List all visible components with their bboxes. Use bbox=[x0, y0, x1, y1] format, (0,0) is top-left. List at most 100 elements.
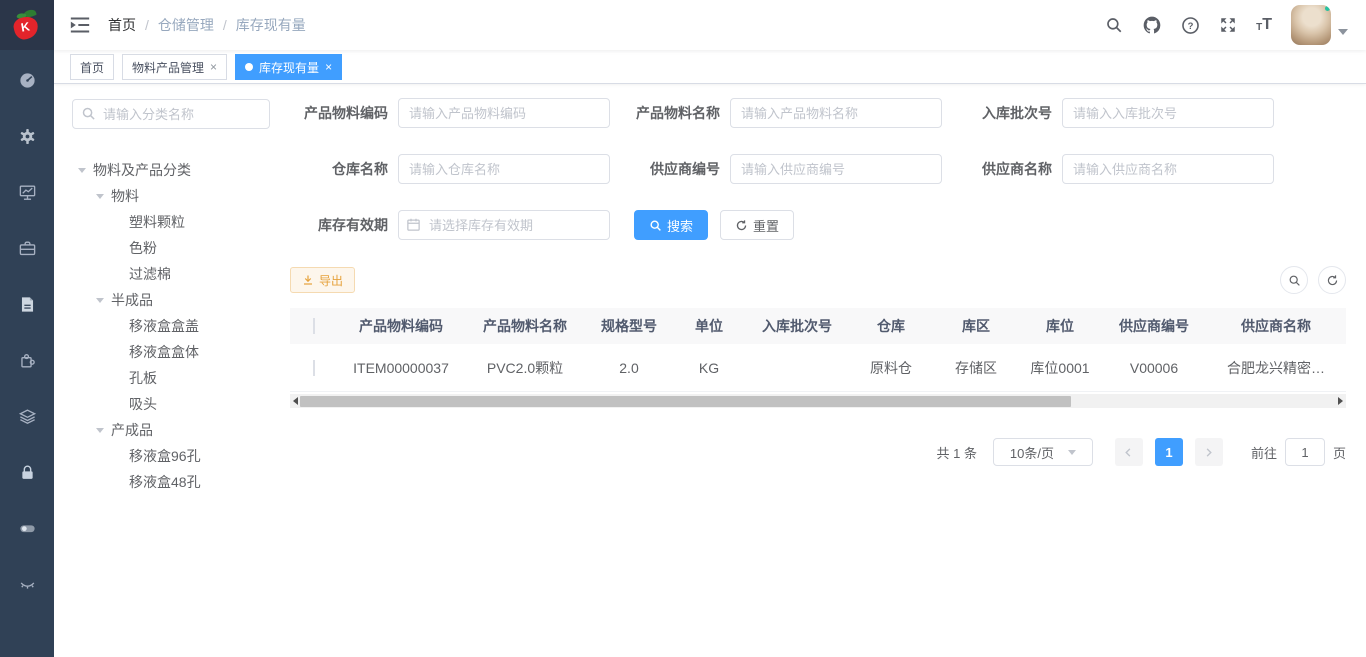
sidebar: K bbox=[0, 0, 54, 657]
cell-item-name: PVC2.0颗粒 bbox=[464, 358, 586, 378]
sidebar-item-document[interactable] bbox=[0, 276, 54, 332]
sidebar-item-toggle[interactable] bbox=[0, 500, 54, 556]
tree-node-label: 物料 bbox=[111, 186, 139, 206]
fullscreen-button[interactable] bbox=[1219, 16, 1237, 34]
app-logo[interactable]: K bbox=[0, 0, 54, 50]
batch-no-input[interactable] bbox=[1062, 98, 1274, 128]
tree-node[interactable]: 色粉 bbox=[72, 235, 274, 261]
eye-closed-icon bbox=[18, 575, 37, 594]
sidebar-item-briefcase[interactable] bbox=[0, 220, 54, 276]
refresh-table-button[interactable] bbox=[1318, 266, 1346, 294]
goto-page-input[interactable] bbox=[1285, 438, 1325, 466]
font-size-icon: T bbox=[1262, 17, 1272, 33]
horizontal-scrollbar[interactable] bbox=[290, 394, 1346, 408]
sidebar-toggle-button[interactable] bbox=[70, 16, 90, 34]
category-search-input[interactable] bbox=[72, 99, 270, 129]
column-header: 产品物料名称 bbox=[464, 316, 586, 336]
scroll-right-arrow-icon[interactable] bbox=[1338, 397, 1343, 405]
avatar[interactable] bbox=[1291, 5, 1331, 45]
search-icon bbox=[649, 219, 662, 232]
warehouse-name-input[interactable] bbox=[398, 154, 610, 184]
tree-node-root[interactable]: 物料及产品分类 bbox=[72, 157, 274, 183]
toggle-search-button[interactable] bbox=[1280, 266, 1308, 294]
tree-node[interactable]: 过滤棉 bbox=[72, 261, 274, 287]
search-button[interactable]: 搜索 bbox=[634, 210, 708, 240]
export-button[interactable]: 导出 bbox=[290, 267, 355, 293]
breadcrumb-current: 库存现有量 bbox=[236, 15, 306, 35]
supplier-code-input[interactable] bbox=[730, 154, 942, 184]
active-dot-icon bbox=[245, 63, 253, 71]
search-icon bbox=[1105, 16, 1123, 34]
tree-node[interactable]: 移液盒48孔 bbox=[72, 469, 274, 495]
chevron-down-icon bbox=[1338, 29, 1348, 35]
breadcrumb-home[interactable]: 首页 bbox=[108, 15, 136, 35]
sidebar-item-monitor[interactable] bbox=[0, 164, 54, 220]
item-code-input[interactable] bbox=[398, 98, 610, 128]
toggle-icon bbox=[18, 519, 37, 538]
scroll-left-arrow-icon[interactable] bbox=[293, 397, 298, 405]
caret-down-icon[interactable] bbox=[78, 168, 86, 173]
column-header: 库位 bbox=[1018, 316, 1102, 336]
document-icon bbox=[18, 295, 37, 314]
sidebar-item-settings[interactable] bbox=[0, 108, 54, 164]
pagination: 共 1 条 10条/页 1 前往 页 bbox=[290, 438, 1346, 466]
cell-spec: 2.0 bbox=[586, 360, 672, 376]
row-checkbox[interactable] bbox=[313, 360, 315, 376]
breadcrumb-warehouse: 仓储管理 bbox=[158, 15, 214, 35]
close-icon[interactable]: × bbox=[325, 60, 332, 74]
expiry-date-input[interactable] bbox=[398, 210, 610, 240]
layers-icon bbox=[18, 407, 37, 426]
prev-page-button[interactable] bbox=[1115, 438, 1143, 466]
column-header: 入库批次号 bbox=[746, 316, 848, 336]
tree-node[interactable]: 移液盒盒体 bbox=[72, 339, 274, 365]
sidebar-item-layers[interactable] bbox=[0, 388, 54, 444]
question-circle-icon: ? bbox=[1181, 16, 1200, 35]
user-menu[interactable] bbox=[1291, 5, 1348, 45]
reset-button[interactable]: 重置 bbox=[720, 210, 794, 240]
caret-down-icon[interactable] bbox=[96, 194, 104, 199]
next-page-button[interactable] bbox=[1195, 438, 1223, 466]
tree-node[interactable]: 吸头 bbox=[72, 391, 274, 417]
font-size-button[interactable]: TT bbox=[1256, 17, 1272, 33]
tree-node[interactable]: 移液盒盒盖 bbox=[72, 313, 274, 339]
search-icon bbox=[1288, 274, 1301, 287]
tree-node-semifinished[interactable]: 半成品 bbox=[72, 287, 274, 313]
sidebar-item-lock[interactable] bbox=[0, 444, 54, 500]
tree-node[interactable]: 移液盒96孔 bbox=[72, 443, 274, 469]
supplier-name-input[interactable] bbox=[1062, 154, 1274, 184]
github-link[interactable] bbox=[1142, 15, 1162, 35]
tab-stock-on-hand[interactable]: 库存现有量 × bbox=[235, 54, 342, 80]
tree-node-label: 色粉 bbox=[129, 238, 157, 258]
caret-down-icon[interactable] bbox=[96, 428, 104, 433]
sidebar-item-eye-closed[interactable] bbox=[0, 556, 54, 612]
sidebar-item-plugin[interactable] bbox=[0, 332, 54, 388]
close-icon[interactable]: × bbox=[210, 60, 217, 74]
select-all-checkbox[interactable] bbox=[313, 318, 315, 334]
tree-node-material[interactable]: 物料 bbox=[72, 183, 274, 209]
column-header: 产品物料编码 bbox=[338, 316, 464, 336]
column-header: 单位 bbox=[672, 316, 746, 336]
header-search-button[interactable] bbox=[1105, 16, 1123, 34]
sidebar-item-dashboard[interactable] bbox=[0, 52, 54, 108]
page-size-select[interactable]: 10条/页 bbox=[993, 438, 1093, 466]
table-header-row: 产品物料编码 产品物料名称 规格型号 单位 入库批次号 仓库 库区 库位 供应商… bbox=[290, 308, 1346, 344]
column-header: 仓库 bbox=[848, 316, 934, 336]
caret-down-icon[interactable] bbox=[96, 298, 104, 303]
tree-node[interactable]: 塑料颗粒 bbox=[72, 209, 274, 235]
tab-material-product[interactable]: 物料产品管理 × bbox=[122, 54, 227, 80]
table-row[interactable]: ITEM00000037 PVC2.0颗粒 2.0 KG 原料仓 存储区 库位0… bbox=[290, 344, 1346, 392]
column-header: 供应商编号 bbox=[1102, 316, 1206, 336]
scrollbar-thumb[interactable] bbox=[300, 396, 1071, 407]
item-name-input[interactable] bbox=[730, 98, 942, 128]
cell-warehouse: 原料仓 bbox=[848, 358, 934, 378]
tree-node-finished[interactable]: 产成品 bbox=[72, 417, 274, 443]
page-number-current[interactable]: 1 bbox=[1155, 438, 1183, 466]
tree-node-label: 移液盒盒体 bbox=[129, 342, 199, 362]
tree-node[interactable]: 孔板 bbox=[72, 365, 274, 391]
tab-home[interactable]: 首页 bbox=[70, 54, 114, 80]
help-button[interactable]: ? bbox=[1181, 16, 1200, 35]
tree-node-label: 物料及产品分类 bbox=[93, 160, 191, 180]
calendar-icon bbox=[406, 217, 421, 232]
strawberry-logo-icon: K bbox=[12, 9, 42, 41]
breadcrumb-separator: / bbox=[223, 17, 227, 33]
